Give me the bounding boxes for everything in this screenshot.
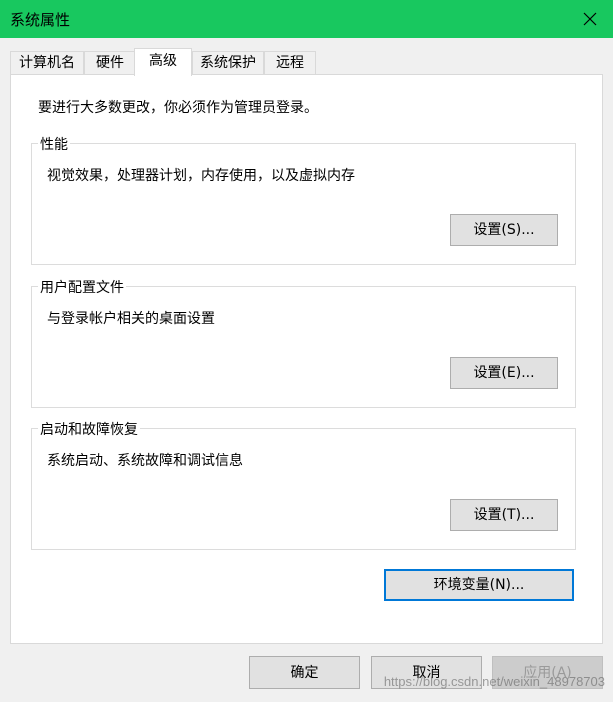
performance-description: 视觉效果，处理器计划，内存使用，以及虚拟内存 <box>47 168 355 184</box>
user-profiles-description: 与登录帐户相关的桌面设置 <box>47 311 215 327</box>
performance-settings-button[interactable]: 设置(S)... <box>450 214 558 246</box>
title-bar[interactable]: 系统属性 <box>0 0 613 38</box>
user-profiles-group: 用户配置文件 与登录帐户相关的桌面设置 设置(E)... <box>31 277 576 408</box>
window-title: 系统属性 <box>10 11 71 29</box>
startup-recovery-settings-button[interactable]: 设置(T)... <box>450 499 558 531</box>
close-icon <box>583 12 597 26</box>
startup-recovery-description: 系统启动、系统故障和调试信息 <box>47 453 243 469</box>
close-button[interactable] <box>567 0 613 38</box>
user-profiles-settings-button[interactable]: 设置(E)... <box>450 357 558 389</box>
startup-recovery-title: 启动和故障恢复 <box>38 419 140 439</box>
environment-variables-button[interactable]: 环境变量(N)... <box>384 569 574 601</box>
advanced-panel: 要进行大多数更改，你必须作为管理员登录。 性能 视觉效果，处理器计划，内存使用，… <box>10 74 603 644</box>
tab-advanced[interactable]: 高级 <box>134 48 192 76</box>
tab-hardware[interactable]: 硬件 <box>84 51 136 75</box>
user-profiles-title: 用户配置文件 <box>38 277 126 297</box>
startup-recovery-group: 启动和故障恢复 系统启动、系统故障和调试信息 设置(T)... <box>31 419 576 550</box>
ok-button[interactable]: 确定 <box>249 656 360 689</box>
tab-remote[interactable]: 远程 <box>264 51 316 75</box>
tab-system-protection[interactable]: 系统保护 <box>192 51 264 75</box>
admin-note: 要进行大多数更改，你必须作为管理员登录。 <box>38 100 318 116</box>
tab-computer-name[interactable]: 计算机名 <box>10 51 84 75</box>
performance-group: 性能 视觉效果，处理器计划，内存使用，以及虚拟内存 设置(S)... <box>31 134 576 265</box>
performance-title: 性能 <box>38 134 70 154</box>
watermark: https://blog.csdn.net/weixin_48978703 <box>383 674 605 689</box>
